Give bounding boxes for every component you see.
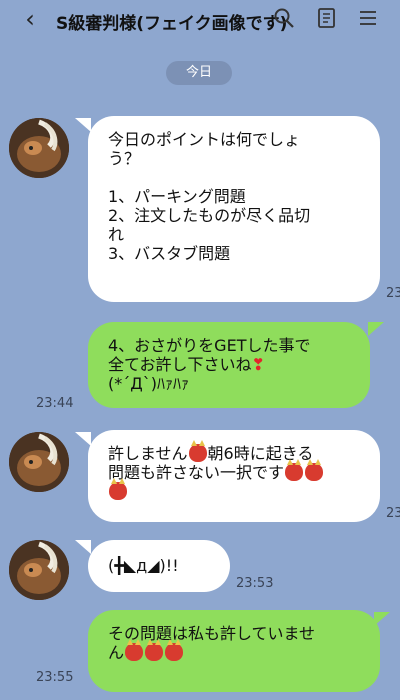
heart-icon: ❣: [251, 355, 265, 374]
avatar[interactable]: [9, 540, 69, 600]
back-button[interactable]: ‹: [18, 7, 42, 31]
bubble-tail: [374, 612, 390, 626]
chat-header: ‹ S級審判様(フェイク画像です): [0, 0, 400, 48]
ogre-face-icon: [125, 639, 144, 661]
message-bubble-incoming[interactable]: (╋◣д◢)!!: [88, 540, 230, 592]
message-time: 23:: [386, 506, 400, 521]
bubble-tail: [75, 540, 91, 554]
search-icon[interactable]: [273, 7, 295, 29]
message-text: 今日のポイントは何でしょ う？ 1、パーキング問題 2、注文したものが尽く品切 …: [108, 130, 311, 263]
bubble-tail: [75, 118, 91, 132]
ogre-face-icon: [145, 639, 164, 661]
message-text: 4、おさがりをGETした事で 全てお許し下さいね❣ (*´Д`)ﾊｧﾊｧ: [108, 336, 311, 393]
message-bubble-outgoing[interactable]: 4、おさがりをGETした事で 全てお許し下さいね❣ (*´Д`)ﾊｧﾊｧ: [88, 322, 370, 408]
message-time: 23:55: [36, 670, 74, 685]
message-bubble-outgoing[interactable]: その問題は私も許していませ ん: [88, 610, 380, 692]
bubble-tail: [368, 322, 384, 336]
bubble-tail: [75, 432, 91, 446]
message-bubble-incoming[interactable]: 今日のポイントは何でしょ う？ 1、パーキング問題 2、注文したものが尽く品切 …: [88, 116, 380, 302]
avatar[interactable]: [9, 118, 69, 178]
avatar[interactable]: [9, 432, 69, 492]
menu-icon[interactable]: [357, 7, 379, 29]
date-separator: 今日: [166, 61, 232, 85]
message-bubble-incoming[interactable]: 許しません 朝6時に起きる 問題も許さない一択です: [88, 430, 380, 522]
message-time: 23:53: [236, 576, 274, 591]
message-text: その問題は私も許していませ ん: [108, 624, 316, 662]
ogre-face-icon: [165, 639, 184, 661]
message-time: 23:44: [36, 396, 74, 411]
ogre-face-icon: [109, 478, 127, 500]
message-text: 許しません 朝6時に起きる 問題も許さない一択です: [108, 440, 362, 501]
ogre-face-icon: [305, 459, 324, 481]
notes-icon[interactable]: [316, 7, 338, 29]
ogre-face-icon: [285, 459, 304, 481]
message-time: 23:: [386, 286, 400, 301]
ogre-face-icon: [188, 440, 207, 462]
message-text: (╋◣д◢)!!: [108, 556, 179, 575]
